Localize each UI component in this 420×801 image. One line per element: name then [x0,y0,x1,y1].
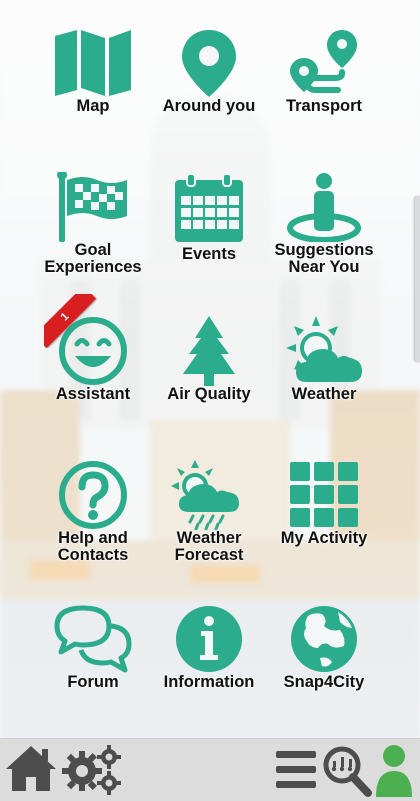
tile-map[interactable]: Map [33,28,153,115]
tile-label: Snap4City [283,673,365,691]
map-icon [55,30,131,96]
location-pin-icon [182,30,236,97]
home-icon[interactable] [4,743,58,795]
gears-icon[interactable] [60,743,122,797]
tile-information[interactable]: Information [149,604,269,691]
tile-label: Weather [291,385,357,403]
tile-snap4city[interactable]: Snap4City [264,604,384,691]
tile-weather[interactable]: Weather [264,316,384,403]
globe-icon [291,606,357,672]
chat-bubbles-icon [54,605,132,673]
search-icon[interactable] [322,743,372,797]
sun-rain-icon [171,460,239,530]
tile-label: Transport [285,97,363,115]
info-icon [176,606,242,672]
tile-label: My Activity [280,529,368,547]
tile-suggestions-near-you[interactable]: Suggestions Near You [264,172,384,276]
tile-label: Map [76,97,110,115]
tile-label: Suggestions Near You [274,241,374,276]
menu-icon[interactable] [274,743,318,797]
badge-count: 1 [44,294,97,348]
checkered-flag-icon [57,172,127,242]
tile-label: Air Quality [167,385,251,403]
bottom-toolbar [0,738,420,801]
tile-air-quality[interactable]: Air Quality [149,316,269,403]
tile-events[interactable]: Events [149,172,269,263]
tile-label: Forum [67,673,119,691]
tile-label: Around you [162,97,256,115]
sun-cloud-icon [286,316,362,382]
tile-goal-experiences[interactable]: Goal Experiences [33,172,153,276]
tile-weather-forecast[interactable]: Weather Forecast [149,460,269,564]
user-icon[interactable] [374,743,414,799]
tile-label: Assistant [55,385,131,403]
tile-my-activity[interactable]: My Activity [264,460,384,547]
tile-forum[interactable]: Forum [33,604,153,691]
tile-around-you[interactable]: Around you [149,28,269,115]
calendar-icon [175,173,243,242]
tile-help-and-contacts[interactable]: Help and Contacts [33,460,153,564]
grid-icon [290,462,358,527]
tile-label: Help and Contacts [57,529,129,564]
app-grid: Map Around you Transport Goal Experience… [0,0,420,738]
question-icon [59,461,127,529]
tile-label: Goal Experiences [44,241,142,276]
tree-icon [183,316,235,386]
tile-label: Events [181,245,237,263]
tile-transport[interactable]: Transport [264,28,384,115]
person-pin-icon [287,173,361,242]
tile-label: Weather Forecast [174,529,244,564]
tile-label: Information [163,673,255,691]
route-icon [290,30,357,93]
assistant-notification-badge: 1 [44,294,98,348]
